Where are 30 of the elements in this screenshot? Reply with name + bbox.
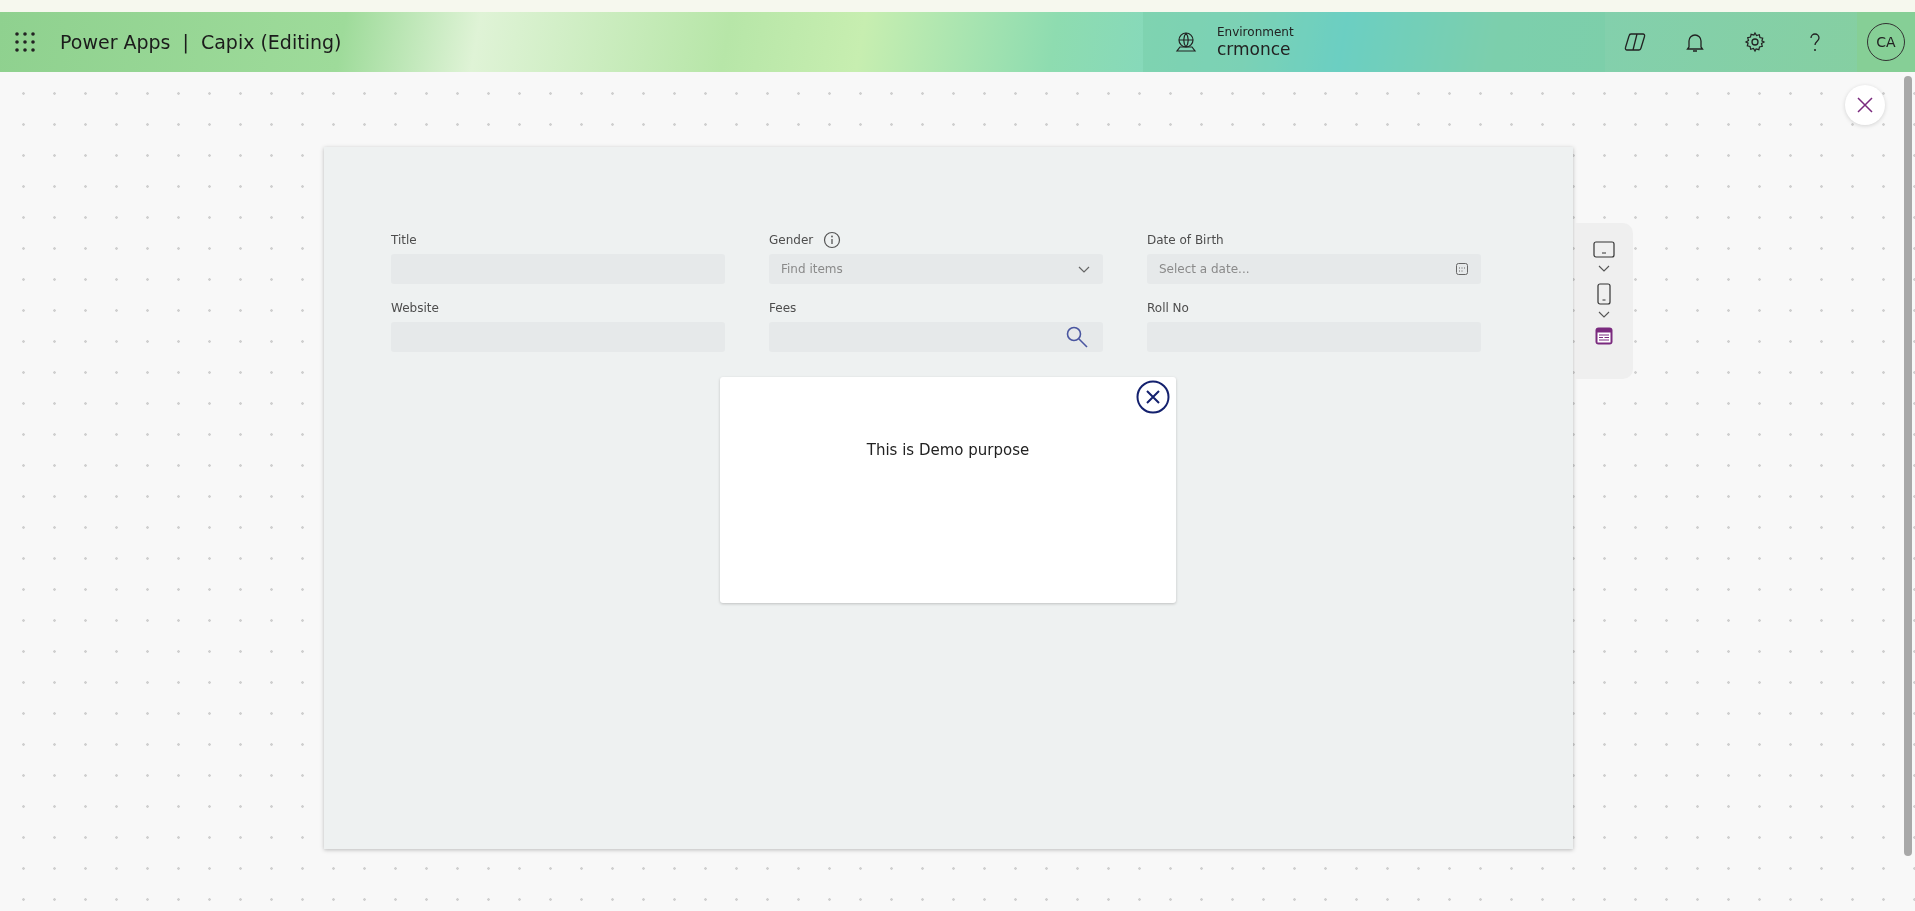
field-label: Fees (769, 301, 797, 315)
chevron-down-icon[interactable] (1597, 309, 1611, 319)
search-icon (1065, 325, 1089, 349)
info-icon[interactable] (823, 231, 842, 249)
app-title: Capix (Editing) (200, 31, 342, 53)
tablet-icon[interactable] (1593, 241, 1615, 259)
environment-name: crmonce (1217, 39, 1292, 59)
settings-icon[interactable] (1743, 30, 1767, 54)
globe-icon (1175, 31, 1197, 53)
chevron-down-icon[interactable] (1597, 263, 1611, 273)
dialog-message: This is Demo purpose (865, 441, 1031, 459)
close-button[interactable] (1136, 380, 1170, 414)
field-label: Roll No (1147, 301, 1189, 315)
separator: | (182, 31, 189, 53)
phone-icon[interactable] (1597, 283, 1611, 305)
field-label: Title (391, 233, 417, 247)
copilot-icon[interactable] (1623, 30, 1647, 54)
environment-picker[interactable]: Environment crmonce (1143, 12, 1605, 72)
input-field[interactable] (769, 322, 1103, 352)
close-icon (1136, 380, 1170, 414)
field-label: Date of Birth (1147, 233, 1224, 247)
calendar-icon (1455, 262, 1469, 276)
scrollbar[interactable] (1904, 76, 1912, 856)
environment-label: Environment (1217, 25, 1294, 39)
app-launcher-icon[interactable] (14, 31, 36, 53)
app-name: Power Apps (60, 31, 171, 53)
form-layout-icon[interactable] (1595, 327, 1613, 345)
field-label: Website (391, 301, 439, 315)
close-icon (1856, 96, 1874, 114)
field-label: Gender (769, 233, 814, 247)
